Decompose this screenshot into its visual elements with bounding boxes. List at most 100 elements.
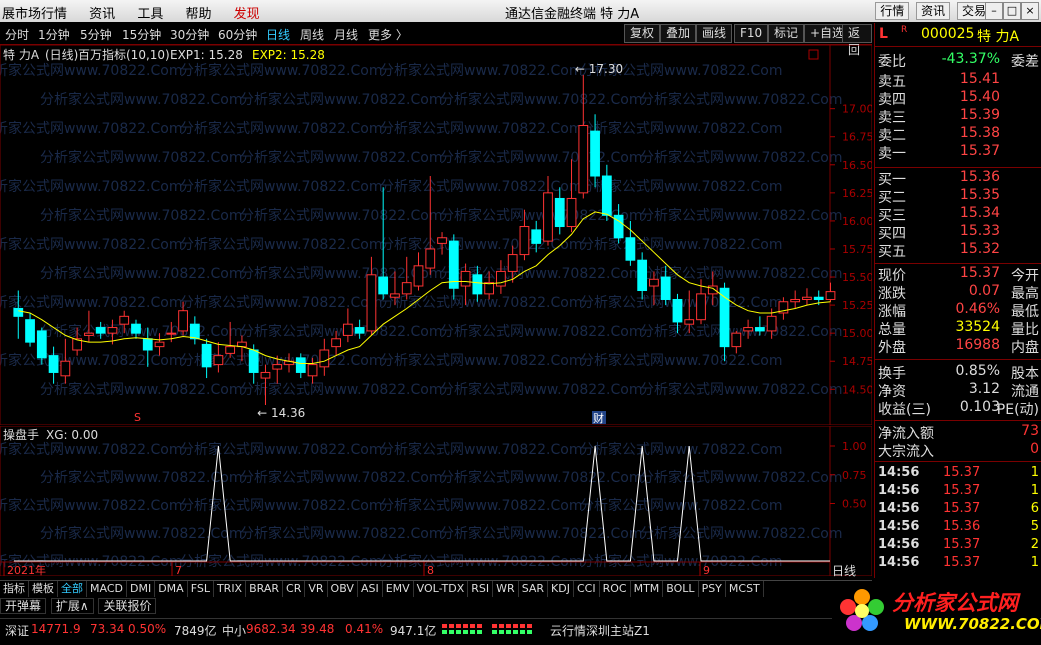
indicator-tab-mtm[interactable]: MTM bbox=[631, 581, 664, 597]
period-60min[interactable]: 60分钟 bbox=[218, 26, 257, 43]
tick-price: 15.37 bbox=[943, 501, 981, 516]
quotes-button[interactable]: 行情 bbox=[875, 2, 910, 20]
watermark-text: 分析家公式网www.70822.Com bbox=[180, 178, 382, 195]
fuquan-button[interactable]: 复权 bbox=[624, 24, 661, 43]
title-bar: 展市场行情 资讯 工具 帮助 发现 通达信金融终端 特 力A 行情 资讯 交易 … bbox=[0, 0, 1041, 22]
draw-line-button[interactable]: 画线 bbox=[696, 24, 733, 43]
indicator-tab-sar[interactable]: SAR bbox=[519, 581, 549, 597]
chart-period: (日线) bbox=[45, 48, 78, 62]
indicator-tab-macd[interactable]: MACD bbox=[87, 581, 127, 597]
indicator-tab-dma[interactable]: DMA bbox=[155, 581, 188, 597]
indicator-tab-vr[interactable]: VR bbox=[305, 581, 328, 597]
maximize-icon[interactable]: □ bbox=[1003, 2, 1021, 20]
period-daily[interactable]: 日线 bbox=[266, 26, 290, 43]
watermark-text: 分析家公式网www.70822.Com bbox=[40, 469, 242, 486]
mark-button[interactable]: 标记 bbox=[768, 24, 805, 43]
sub-indicator-name: 操盘手 bbox=[3, 427, 39, 442]
stat-row-value: 0.46% bbox=[955, 301, 1000, 317]
indicator-tab-模板[interactable]: 模板 bbox=[29, 581, 58, 597]
fund-row: 换手 0.85% 股本 bbox=[875, 363, 1041, 382]
indicator-tab-trix[interactable]: TRIX bbox=[214, 581, 247, 597]
chart-stock-name: 特 力A bbox=[3, 47, 40, 62]
indicator-tab-kdj[interactable]: KDJ bbox=[548, 581, 574, 597]
fund-row-label: 换手 bbox=[878, 366, 906, 382]
watermark-text: 分析家公式网www.70822.Com bbox=[180, 441, 382, 458]
finance-marker-label: 财 bbox=[593, 411, 604, 425]
fund-row-label: 净资 bbox=[878, 384, 906, 400]
indicator-tab-brar[interactable]: BRAR bbox=[246, 581, 284, 597]
watermark-text: 分析家公式网www.70822.Com bbox=[640, 323, 842, 340]
menu-tools[interactable]: 工具 bbox=[137, 3, 163, 22]
indicator-tab-psy[interactable]: PSY bbox=[699, 581, 726, 597]
period-more[interactable]: 更多 〉 bbox=[368, 26, 408, 43]
y-tick-label: 14.75 bbox=[842, 355, 872, 368]
indicator-tab-fsl[interactable]: FSL bbox=[188, 581, 214, 597]
stat-row-label: 总量 bbox=[878, 322, 906, 338]
period-15min[interactable]: 15分钟 bbox=[122, 26, 161, 43]
stat-row-right: 最低 bbox=[1011, 304, 1039, 320]
candle bbox=[319, 338, 330, 376]
menu-discover[interactable]: 发现 bbox=[234, 3, 260, 22]
indicator-tab-emv[interactable]: EMV bbox=[383, 581, 414, 597]
server-label[interactable]: 云行情深圳主站Z1 bbox=[550, 622, 650, 639]
watermark-text: 分析家公式网www.70822.Com bbox=[240, 525, 442, 542]
candle-body bbox=[331, 338, 341, 348]
sub-y-tick-label: 0.75 bbox=[842, 469, 867, 482]
indicator-name: 百万指标(10,10) bbox=[78, 47, 170, 62]
candle bbox=[802, 288, 812, 306]
candle-body bbox=[319, 349, 330, 368]
indicator-tab-指标[interactable]: 指标 bbox=[0, 581, 29, 597]
overlay-button[interactable]: 叠加 bbox=[660, 24, 697, 43]
indicator-chart[interactable]: 分析家公式网www.70822.Com分析家公式网www.70822.Com分析… bbox=[0, 426, 872, 576]
site-logo: 分析家公式网 WWW.70822.COM bbox=[832, 583, 1041, 635]
stock-name: 特 力A bbox=[977, 29, 1020, 45]
indicator-tab-rsi[interactable]: RSI bbox=[468, 581, 494, 597]
indicator-tab-obv[interactable]: OBV bbox=[328, 581, 358, 597]
back-button[interactable]: 返回 bbox=[842, 24, 872, 57]
candle-body bbox=[342, 323, 353, 336]
candle-body bbox=[366, 274, 377, 332]
stock-code: 000025 bbox=[921, 26, 975, 42]
watermark-text: 分析家公式网www.70822.Com bbox=[440, 91, 642, 108]
ask-row-value: 15.40 bbox=[959, 89, 1000, 105]
chart-settings-icon[interactable] bbox=[808, 49, 819, 60]
candle-body bbox=[272, 364, 283, 370]
period-monthly[interactable]: 月线 bbox=[334, 26, 358, 43]
indicator-tab-vol-tdx[interactable]: VOL-TDX bbox=[414, 581, 469, 597]
indicator-tab-asi[interactable]: ASI bbox=[358, 581, 383, 597]
f10-button[interactable]: F10 bbox=[734, 24, 769, 43]
danmaku-button[interactable]: 开弹幕 bbox=[0, 598, 47, 614]
indicator-tab-roc[interactable]: ROC bbox=[600, 581, 631, 597]
related-quote-button[interactable]: 关联报价 bbox=[98, 598, 157, 614]
stat-row-value: 16988 bbox=[955, 337, 1000, 353]
period-weekly[interactable]: 周线 bbox=[300, 26, 324, 43]
watermark-text: 分析家公式网www.70822.Com bbox=[240, 469, 442, 486]
watermark-text: 分析家公式网www.70822.Com bbox=[640, 149, 842, 166]
indicator-tab-cr[interactable]: CR bbox=[283, 581, 306, 597]
tick-volume: 2 bbox=[1030, 537, 1039, 552]
period-timeshare[interactable]: 分时 bbox=[5, 26, 29, 43]
close-icon[interactable]: × bbox=[1021, 2, 1039, 20]
menu-news[interactable]: 资讯 bbox=[89, 3, 115, 22]
indicator-tab-dmi[interactable]: DMI bbox=[127, 581, 156, 597]
indicator-tab-全部[interactable]: 全部 bbox=[58, 581, 87, 597]
indicator-tab-mcst[interactable]: MCST bbox=[726, 581, 764, 597]
period-1min[interactable]: 1分钟 bbox=[38, 26, 70, 43]
sub-indicator-value: XG: 0.00 bbox=[46, 428, 98, 442]
candle-body bbox=[142, 338, 153, 351]
indicator-tab-wr[interactable]: WR bbox=[493, 581, 519, 597]
stat-row: 现价 15.37 今开 bbox=[875, 265, 1041, 284]
info-button[interactable]: 资讯 bbox=[916, 2, 951, 20]
period-5min[interactable]: 5分钟 bbox=[80, 26, 112, 43]
ask-row-label: 卖五 bbox=[878, 74, 906, 90]
menu-market[interactable]: 展市场行情 bbox=[2, 3, 67, 22]
minimize-icon[interactable]: – bbox=[985, 2, 1003, 20]
candlestick-chart[interactable]: 分析家公式网www.70822.Com 分析家公式网www.70822.Com 分析… bbox=[0, 45, 872, 425]
period-30min[interactable]: 30分钟 bbox=[170, 26, 209, 43]
menu-help[interactable]: 帮助 bbox=[185, 3, 211, 22]
indicator-tab-cci[interactable]: CCI bbox=[574, 581, 600, 597]
stat-row-right: 内盘 bbox=[1011, 340, 1039, 356]
indicator-tab-boll[interactable]: BOLL bbox=[663, 581, 699, 597]
expand-button[interactable]: 扩展∧ bbox=[50, 598, 94, 614]
stat-row-right: 量比 bbox=[1011, 322, 1039, 338]
